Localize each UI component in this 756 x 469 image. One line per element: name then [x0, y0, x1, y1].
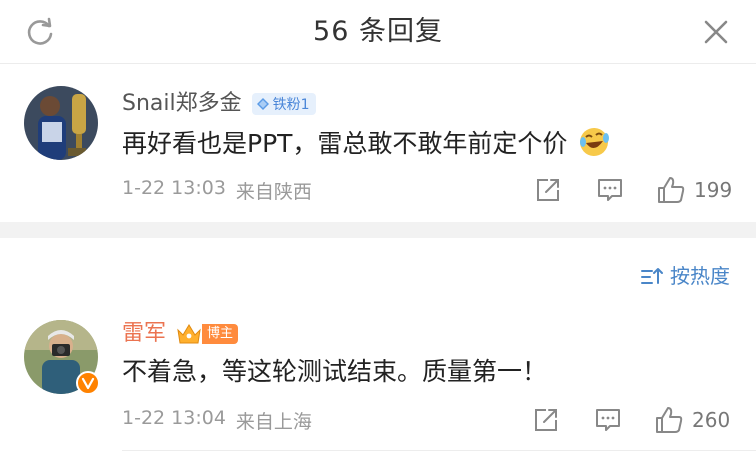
avatar[interactable]	[24, 86, 98, 160]
fan-badge: 铁粉1	[251, 93, 316, 115]
repost-button[interactable]	[534, 174, 562, 206]
sort-button[interactable]: 按热度	[640, 262, 730, 290]
verified-badge-icon	[76, 371, 100, 395]
sort-icon	[641, 268, 663, 284]
comment-date: 1-22 13:03	[122, 177, 226, 199]
reply-button[interactable]	[594, 404, 622, 436]
comment-text: 再好看也是PPT，雷总敢不敢年前定个价	[122, 124, 611, 162]
page-title: 56 条回复	[313, 16, 443, 47]
crown-icon	[177, 324, 201, 344]
comment-body: 再好看也是PPT，雷总敢不敢年前定个价	[122, 129, 568, 158]
comment-item: Snail郑多金 铁粉1 再好看也是PPT，雷总敢不敢年前定个价 1-22 13…	[0, 64, 756, 222]
host-badge-label: 博主	[202, 324, 239, 344]
comment-icon	[598, 179, 622, 201]
username[interactable]: 雷军	[122, 318, 166, 350]
reply-button[interactable]	[596, 174, 624, 206]
repost-icon	[535, 409, 557, 431]
comment-icon	[596, 409, 620, 431]
thumbs-up-icon	[658, 177, 685, 203]
list-divider	[122, 450, 756, 451]
comment-meta: 1-22 13:04 来自上海	[122, 407, 312, 434]
comment-location: 来自陕西	[235, 181, 312, 203]
comment-location: 来自上海	[235, 411, 312, 433]
reply-header: 56 条回复	[0, 0, 756, 64]
fan-badge-label: 铁粉1	[272, 97, 310, 113]
like-button[interactable]: 260	[654, 404, 730, 436]
section-divider	[0, 222, 756, 238]
username[interactable]: Snail郑多金	[122, 88, 242, 120]
comment-date: 1-22 13:04	[122, 407, 226, 429]
crying-laughing-emoji-icon	[580, 128, 610, 156]
close-button[interactable]	[696, 12, 736, 52]
repost-button[interactable]	[532, 404, 560, 436]
thumbs-up-icon	[656, 407, 683, 433]
close-icon	[704, 20, 728, 44]
sort-label: 按热度	[670, 264, 730, 288]
diamond-icon	[256, 98, 269, 110]
comment-item: 雷军 博主 不着急，等这轮测试结束。质量第一！ 1-22 13:04 来自上海 …	[0, 310, 756, 450]
like-button[interactable]: 199	[656, 174, 732, 206]
host-badge: 博主	[176, 321, 239, 347]
comment-meta: 1-22 13:03 来自陕西	[122, 177, 312, 204]
comment-text: 不着急，等这轮测试结束。质量第一！	[122, 357, 548, 386]
like-count: 199	[694, 178, 733, 202]
repost-icon	[537, 179, 559, 201]
like-count: 260	[692, 408, 731, 432]
